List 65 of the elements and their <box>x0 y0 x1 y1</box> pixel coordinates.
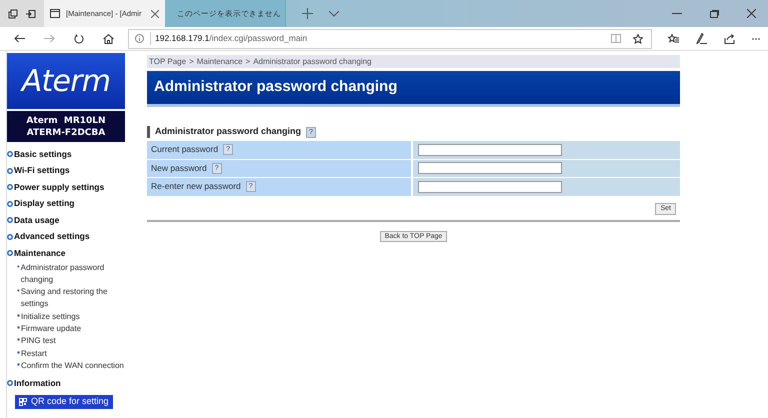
menu-link[interactable]: Information <box>14 377 61 390</box>
breadcrumb-link[interactable]: Maintenance <box>196 56 243 68</box>
refresh-icon[interactable] <box>74 34 84 44</box>
close-icon[interactable] <box>151 10 159 18</box>
qr-icon <box>19 398 27 406</box>
menu-link[interactable]: Wi-Fi settings <box>14 164 70 178</box>
star-icon[interactable] <box>633 34 643 44</box>
password-field[interactable] <box>418 144 562 156</box>
url-field[interactable]: 192.168.179.1/index.cgi/password_main <box>150 32 308 45</box>
dot-icon <box>17 350 20 354</box>
submenu-link[interactable]: Confirm the WAN connection <box>21 360 124 372</box>
dot-icon <box>17 362 20 366</box>
close-icon[interactable] <box>747 9 756 18</box>
field-label: New password <box>151 162 207 175</box>
submenu-link[interactable]: Initialize settings <box>21 310 80 323</box>
bullet-icon <box>7 151 13 158</box>
device-name: ATERM-F2DCBA <box>26 126 106 138</box>
submenu-link[interactable]: Restart <box>21 348 47 360</box>
submenu-link[interactable]: Administrator password changing <box>20 262 125 286</box>
submenu-link[interactable]: Firmware update <box>21 322 82 336</box>
dot-icon <box>17 326 20 329</box>
device-name: Aterm MR10LN <box>26 114 106 126</box>
page-icon <box>50 9 60 18</box>
breadcrumb-link[interactable]: TOP Page <box>149 56 186 68</box>
menu-link[interactable]: Power supply settings <box>14 180 104 194</box>
dot-icon <box>17 289 20 292</box>
menu-link[interactable]: Advanced settings <box>14 230 90 244</box>
section-heading: Administrator password changing <box>155 125 302 138</box>
bullet-icon <box>7 234 13 240</box>
back-arrow-icon[interactable] <box>14 34 25 43</box>
bullet-icon <box>7 380 13 386</box>
submenu-link[interactable]: PING test <box>21 335 56 348</box>
bullet-icon <box>7 200 13 207</box>
tab-list-icon[interactable] <box>329 10 339 16</box>
dot-icon <box>17 338 20 342</box>
info-icon[interactable] <box>135 34 144 43</box>
breadcrumb-separator: > <box>246 56 250 68</box>
pen-icon[interactable] <box>696 33 707 44</box>
breadcrumb-separator: > <box>189 56 194 68</box>
qr-code-button[interactable]: QR code for setting <box>15 394 113 409</box>
password-field[interactable] <box>418 180 562 193</box>
logo-text: Aterm <box>22 62 110 100</box>
breadcrumb-link[interactable]: Administrator password changing <box>253 56 372 68</box>
tab-set-icon[interactable] <box>8 8 18 18</box>
menu-link[interactable]: Display setting <box>14 197 74 210</box>
share-icon[interactable] <box>724 34 735 44</box>
bullet-icon <box>7 217 13 224</box>
dot-icon <box>17 264 20 268</box>
tab-back-icon[interactable] <box>26 8 36 18</box>
field-label: Re-enter new password <box>151 180 241 194</box>
maximize-icon[interactable] <box>710 10 719 18</box>
password-field[interactable] <box>418 162 562 174</box>
bullet-icon <box>7 250 13 256</box>
home-icon[interactable] <box>103 34 114 44</box>
dot-icon <box>17 314 20 317</box>
menu-link[interactable]: Basic settings <box>14 148 72 161</box>
page-title: Administrator password changing <box>154 77 398 98</box>
menu-link[interactable]: Data usage <box>14 214 60 227</box>
field-label: Current password <box>151 143 218 156</box>
favorites-icon[interactable] <box>668 34 679 44</box>
submenu-link[interactable]: Saving and restoring the settings <box>20 286 125 311</box>
menu-link[interactable]: Maintenance <box>14 246 66 260</box>
bullet-icon <box>7 168 13 174</box>
new-tab-icon[interactable] <box>302 8 313 19</box>
bullet-icon <box>7 184 13 190</box>
